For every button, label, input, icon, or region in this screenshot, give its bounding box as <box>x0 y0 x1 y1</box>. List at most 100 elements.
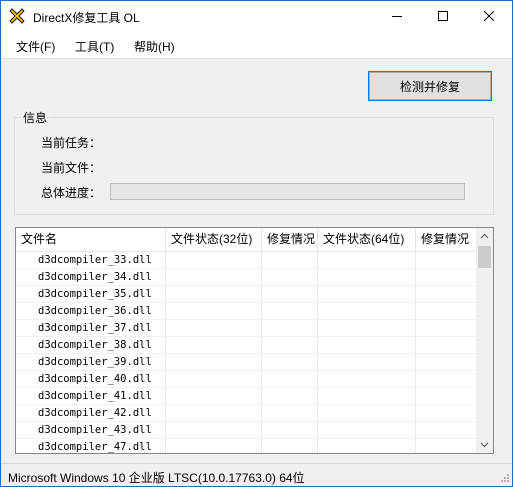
status-bar: Microsoft Windows 10 企业版 LTSC(10.0.17763… <box>1 463 512 486</box>
menu-help[interactable]: 帮助(H) <box>134 38 175 55</box>
table-row[interactable]: d3dcompiler_40.dll <box>16 371 477 388</box>
status-cell <box>416 388 477 405</box>
app-cross-icon <box>9 8 25 24</box>
status-cell <box>166 422 262 439</box>
table-row[interactable]: d3dcompiler_47.dll <box>16 439 477 453</box>
scroll-down-button[interactable] <box>476 436 493 453</box>
window-title: DirectX修复工具 OL <box>33 11 140 25</box>
status-cell <box>416 354 477 371</box>
status-cell <box>318 320 416 337</box>
table-row[interactable]: d3dcompiler_38.dll <box>16 337 477 354</box>
table-row[interactable]: d3dcompiler_37.dll <box>16 320 477 337</box>
status-cell <box>318 388 416 405</box>
status-cell <box>166 252 262 269</box>
scroll-thumb[interactable] <box>478 246 491 268</box>
detect-and-repair-button[interactable]: 检测并修复 <box>368 71 492 101</box>
table-row[interactable]: d3dcompiler_39.dll <box>16 354 477 371</box>
status-cell <box>262 337 318 354</box>
table-row[interactable]: d3dcompiler_33.dll <box>16 252 477 269</box>
info-group-title: 信息 <box>21 109 50 126</box>
app-window: DirectX修复工具 OL 文件(F) 工具(T) 帮助(H) 检测并修复 信… <box>0 0 513 487</box>
minimize-button[interactable] <box>374 1 420 32</box>
table-row[interactable]: d3dcompiler_41.dll <box>16 388 477 405</box>
file-list-body: d3dcompiler_33.dll d3dcompiler_34.dll d3dc… <box>16 252 477 453</box>
status-cell <box>166 354 262 371</box>
column-header-filename[interactable]: 文件名 <box>16 228 166 251</box>
status-cell <box>416 405 477 422</box>
current-task-label: 当前任务： <box>41 136 102 150</box>
table-row[interactable]: d3dcompiler_36.dll <box>16 303 477 320</box>
column-header-status-64[interactable]: 文件状态(64位) <box>318 228 416 251</box>
filename-cell: d3dcompiler_43.dll <box>16 422 166 439</box>
status-cell <box>318 252 416 269</box>
status-cell <box>166 286 262 303</box>
filename-cell: d3dcompiler_36.dll <box>16 303 166 320</box>
status-cell <box>166 371 262 388</box>
status-cell <box>166 320 262 337</box>
filename-cell: d3dcompiler_34.dll <box>16 269 166 286</box>
filename-cell: d3dcompiler_41.dll <box>16 388 166 405</box>
status-cell <box>318 439 416 453</box>
status-cell <box>166 337 262 354</box>
menu-file[interactable]: 文件(F) <box>16 38 55 55</box>
filename-cell: d3dcompiler_38.dll <box>16 337 166 354</box>
status-cell <box>318 405 416 422</box>
file-list-header: 文件名 文件状态(32位) 修复情况 文件状态(64位) 修复情况 <box>16 228 477 252</box>
vertical-scrollbar[interactable] <box>476 228 493 453</box>
status-cell <box>262 303 318 320</box>
filename-cell: d3dcompiler_39.dll <box>16 354 166 371</box>
filename-cell: d3dcompiler_47.dll <box>16 439 166 453</box>
maximize-button[interactable] <box>420 1 466 32</box>
status-cell <box>318 337 416 354</box>
status-cell <box>416 422 477 439</box>
status-cell <box>262 252 318 269</box>
chevron-down-icon <box>480 442 489 448</box>
status-cell <box>318 269 416 286</box>
status-cell <box>416 286 477 303</box>
table-row[interactable]: d3dcompiler_34.dll <box>16 269 477 286</box>
table-row[interactable]: d3dcompiler_43.dll <box>16 422 477 439</box>
column-header-status-32[interactable]: 文件状态(32位) <box>166 228 262 251</box>
column-header-repair-32[interactable]: 修复情况 <box>262 228 318 251</box>
status-cell <box>416 439 477 453</box>
chevron-up-icon <box>480 233 489 239</box>
status-cell <box>166 388 262 405</box>
current-file-label: 当前文件： <box>41 161 102 175</box>
overall-progress-label: 总体进度： <box>41 186 102 200</box>
close-button[interactable] <box>466 1 512 32</box>
status-cell <box>262 371 318 388</box>
status-cell <box>262 439 318 453</box>
status-cell <box>318 303 416 320</box>
table-row[interactable]: d3dcompiler_35.dll <box>16 286 477 303</box>
table-row[interactable]: d3dcompiler_42.dll <box>16 405 477 422</box>
status-cell <box>416 303 477 320</box>
status-cell <box>416 337 477 354</box>
status-cell <box>416 371 477 388</box>
menu-tools[interactable]: 工具(T) <box>75 38 114 55</box>
status-cell <box>416 320 477 337</box>
status-cell <box>166 439 262 453</box>
status-cell <box>262 354 318 371</box>
os-version-text: Microsoft Windows 10 企业版 LTSC(10.0.17763… <box>8 471 305 485</box>
title-bar[interactable]: DirectX修复工具 OL <box>1 1 512 32</box>
close-icon <box>484 11 494 21</box>
status-cell <box>262 388 318 405</box>
scroll-up-button[interactable] <box>476 228 493 245</box>
status-cell <box>318 354 416 371</box>
status-cell <box>318 422 416 439</box>
status-cell <box>166 303 262 320</box>
filename-cell: d3dcompiler_37.dll <box>16 320 166 337</box>
overall-progress-bar <box>110 183 465 200</box>
filename-cell: d3dcompiler_35.dll <box>16 286 166 303</box>
status-cell <box>166 405 262 422</box>
menu-bar: 文件(F) 工具(T) 帮助(H) <box>1 32 512 59</box>
status-cell <box>416 269 477 286</box>
status-cell <box>416 252 477 269</box>
status-cell <box>262 269 318 286</box>
maximize-icon <box>438 11 448 21</box>
column-header-repair-64[interactable]: 修复情况 <box>416 228 477 251</box>
file-list[interactable]: 文件名 文件状态(32位) 修复情况 文件状态(64位) 修复情况 d3dcom… <box>15 227 494 454</box>
status-cell <box>262 422 318 439</box>
minimize-icon <box>392 16 402 17</box>
resize-grip-icon[interactable] <box>498 473 510 485</box>
